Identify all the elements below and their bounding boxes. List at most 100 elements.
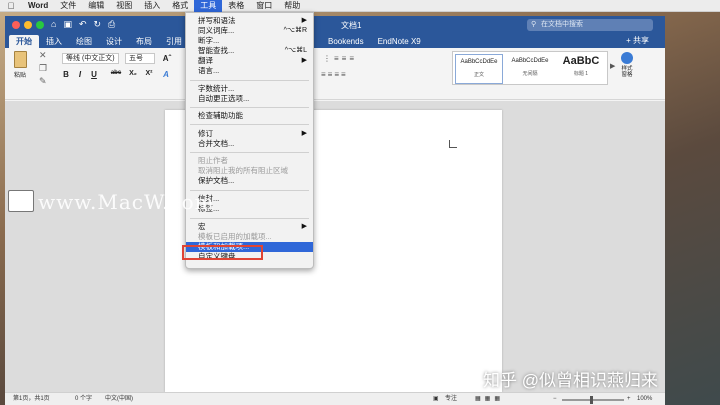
tools-translate[interactable]: 翻译 ▶: [186, 56, 313, 66]
style-no-spacing-name: 无间隔: [522, 71, 538, 77]
style-normal[interactable]: AaBbCcDdEe 正文: [455, 54, 503, 84]
styles-gallery[interactable]: AaBbCcDdEe 正文 AaBbCcDdEe 无间隔 AaBbC 标题 1: [452, 51, 608, 85]
style-heading-1[interactable]: AaBbC 标题 1: [557, 54, 605, 84]
tools-macro[interactable]: 宏 ▶: [186, 222, 313, 232]
style-heading-1-name: 标题 1: [573, 71, 589, 77]
macw-logo-icon: [8, 190, 34, 212]
tools-autocorrect-options[interactable]: 自动更正选项...: [186, 94, 313, 104]
strikethrough-button[interactable]: abc: [109, 70, 123, 76]
menu-tools[interactable]: 工具: [194, 0, 223, 12]
minimize-window-button[interactable]: [24, 21, 32, 29]
status-focus[interactable]: 专注: [445, 393, 457, 405]
style-normal-sample: AaBbCcDdEe: [460, 59, 498, 65]
tools-menu: 拼写和语法 ▶ 同义词库... ^⌥⌘R 断字... 智能查找... ^⌥⌘L 翻译 ▶…: [185, 12, 314, 269]
grow-font-icon[interactable]: Aˆ: [160, 54, 174, 63]
margin-corner-mark: [449, 140, 457, 148]
paragraph-align-buttons[interactable]: ≡≡≡≡: [321, 70, 381, 79]
tools-check-accessibility[interactable]: 检查辅助功能: [186, 111, 313, 121]
tools-smart-lookup[interactable]: 智能查找... ^⌥⌘L: [186, 46, 313, 56]
tools-protect-document[interactable]: 保护文档...: [186, 176, 313, 186]
menu-separator: [190, 218, 309, 219]
tools-merge-documents[interactable]: 合并文档...: [186, 139, 313, 149]
style-no-spacing-sample: AaBbCcDdEe: [511, 58, 549, 64]
status-zoom-level: 100%: [637, 396, 653, 402]
undo-icon[interactable]: ↶: [79, 19, 87, 30]
menu-separator: [190, 152, 309, 153]
tab-draw[interactable]: 绘图: [69, 35, 99, 48]
tools-block-authors: 阻止作者: [198, 156, 228, 165]
menu-format[interactable]: 格式: [166, 0, 194, 12]
menu-window[interactable]: 窗口: [250, 0, 278, 12]
format-painter-icon[interactable]: ✎: [39, 76, 47, 87]
view-mode-icons[interactable]: ▦▦▦: [475, 393, 504, 405]
search-placeholder: 在文档中搜索: [541, 21, 583, 28]
status-bar: 第1页，共1页 0 个字 中文(中国) ▣ 专注 ▦▦▦ − + 100%: [5, 392, 665, 405]
tab-endnote[interactable]: EndNote X9: [371, 35, 428, 48]
status-language[interactable]: 中文(中国): [105, 393, 133, 405]
macw-watermark: www.MacW.com: [38, 190, 215, 214]
print-icon[interactable]: ⎙: [108, 19, 115, 30]
paste-button[interactable]: 粘贴: [11, 51, 29, 81]
underline-button[interactable]: U: [89, 70, 99, 79]
text-effects-icon[interactable]: A: [161, 70, 171, 79]
menu-separator: [190, 107, 309, 108]
apple-logo-icon[interactable]: : [0, 1, 22, 11]
search-icon: ⚲: [531, 21, 537, 28]
cut-icon[interactable]: ✕: [39, 50, 47, 61]
paragraph-list-buttons[interactable]: ⋮≡≡≡: [323, 54, 423, 63]
tools-spelling-grammar[interactable]: 拼写和语法 ▶: [186, 16, 313, 26]
zoom-slider[interactable]: [562, 396, 624, 404]
zoom-window-button[interactable]: [36, 21, 44, 29]
tab-insert[interactable]: 插入: [39, 35, 69, 48]
home-icon[interactable]: ⌂: [51, 19, 56, 30]
copy-icon[interactable]: ❐: [39, 63, 47, 74]
menu-help[interactable]: 帮助: [278, 0, 306, 12]
tab-bookends[interactable]: Bookends: [321, 35, 371, 48]
tools-language[interactable]: 语言...: [186, 66, 313, 76]
styles-expand-icon[interactable]: ▶: [610, 62, 615, 70]
tools-hyphenation[interactable]: 断字...: [186, 36, 313, 46]
share-label: 共享: [633, 36, 649, 45]
status-word-count: 0 个字: [75, 396, 93, 402]
close-window-button[interactable]: [12, 21, 20, 29]
font-name-select[interactable]: 等线 (中文正文): [62, 53, 119, 64]
menu-app-name[interactable]: Word: [22, 0, 54, 12]
ribbon-tabs: 开始 插入 绘图 设计 布局 引用 Bookends EndNote X9 + …: [5, 34, 665, 48]
menu-insert[interactable]: 插入: [138, 0, 166, 12]
document-title: 文档1: [341, 21, 362, 30]
share-button[interactable]: + 共享: [626, 35, 649, 46]
style-no-spacing[interactable]: AaBbCcDdEe 无间隔: [506, 54, 554, 84]
menu-table[interactable]: 表格: [222, 0, 250, 12]
italic-button[interactable]: I: [75, 70, 85, 79]
zoom-in-icon[interactable]: +: [627, 393, 631, 405]
tab-layout[interactable]: 布局: [129, 35, 159, 48]
tools-word-count[interactable]: 字数统计...: [186, 84, 313, 94]
focus-mode-icon[interactable]: ▣: [433, 393, 439, 405]
styles-pane-icon: [621, 52, 633, 64]
paste-label: 粘贴: [13, 73, 26, 79]
zoom-out-icon[interactable]: −: [553, 393, 557, 405]
menu-edit[interactable]: 编辑: [82, 0, 110, 12]
ribbon-home: 粘贴 ✕ ❐ ✎ 等线 (中文正文) 五号 Aˆ B I U abc X₂ X²…: [5, 48, 665, 100]
font-size-select[interactable]: 五号: [125, 53, 155, 64]
redo-icon[interactable]: ↻: [94, 19, 102, 30]
zoom-slider-knob[interactable]: [590, 396, 593, 404]
style-heading-1-sample: AaBbC: [562, 55, 600, 67]
tools-track-changes[interactable]: 修订 ▶: [186, 129, 313, 139]
menu-view[interactable]: 视图: [110, 0, 138, 12]
save-icon[interactable]: ▣: [63, 19, 72, 30]
bold-button[interactable]: B: [61, 70, 71, 79]
highlight-annotation-box: [182, 245, 263, 260]
document-canvas: [5, 101, 665, 392]
tools-thesaurus[interactable]: 同义词库... ^⌥⌘R: [186, 26, 313, 36]
menu-separator: [190, 124, 309, 125]
superscript-button[interactable]: X²: [143, 70, 155, 77]
tab-design[interactable]: 设计: [99, 35, 129, 48]
style-normal-name: 正文: [473, 72, 484, 78]
styles-pane-label: 样式 窗格: [621, 66, 633, 78]
subscript-button[interactable]: X₂: [127, 70, 139, 77]
tab-home[interactable]: 开始: [9, 35, 39, 48]
styles-pane-button[interactable]: 样式 窗格: [617, 52, 637, 78]
search-input[interactable]: ⚲ 在文档中搜索: [527, 19, 653, 31]
menu-file[interactable]: 文件: [54, 0, 82, 12]
